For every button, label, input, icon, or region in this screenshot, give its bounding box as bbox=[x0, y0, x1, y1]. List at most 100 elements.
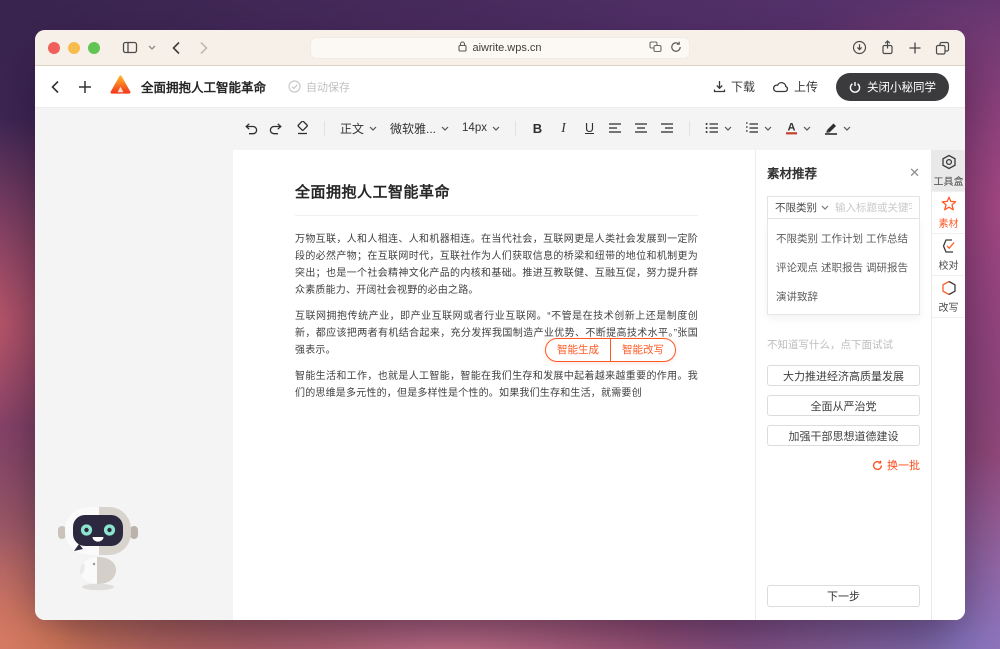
wps-logo-icon bbox=[110, 74, 131, 99]
proofread-icon bbox=[942, 238, 954, 253]
svg-text:A: A bbox=[787, 122, 795, 134]
category-filter-dropdown[interactable]: 不限类别 bbox=[775, 200, 829, 215]
category-option[interactable]: 工作总结 bbox=[866, 231, 911, 246]
check-circle-icon bbox=[288, 80, 301, 93]
font-family-dropdown[interactable]: 微软雅... bbox=[388, 120, 451, 137]
category-option[interactable]: 不限类别 bbox=[776, 231, 821, 246]
chevron-down-icon bbox=[724, 126, 732, 131]
side-tabstrip: 工具盒 素材 校对 改写 bbox=[931, 150, 965, 620]
category-option[interactable]: 工作计划 bbox=[821, 231, 866, 246]
reload-icon[interactable] bbox=[670, 41, 682, 56]
app-toolbar: 全面拥抱人工智能革命 自动保存 下载 上传 关闭小秘同学 bbox=[35, 66, 965, 108]
font-color-dropdown[interactable]: A bbox=[783, 121, 813, 135]
suggested-topic-button[interactable]: 加强干部思想道德建设 bbox=[767, 425, 920, 446]
refresh-suggestions-link[interactable]: 换一批 bbox=[767, 457, 920, 473]
upload-button[interactable]: 上传 bbox=[772, 78, 818, 95]
ai-action-popup: 智能生成 智能改写 bbox=[545, 338, 676, 362]
chevron-down-icon bbox=[441, 126, 449, 131]
assistant-robot-mascot[interactable] bbox=[53, 501, 145, 598]
tab-group-chevron-icon[interactable] bbox=[148, 45, 156, 50]
bold-button[interactable]: B bbox=[529, 118, 546, 138]
materials-panel: 素材推荐 ✕ 不限类别 不限类别 工作计划 工作总结 评论观点 述职报告 bbox=[755, 150, 931, 620]
browser-chrome-bar: aiwrite.wps.cn bbox=[35, 30, 965, 66]
share-icon[interactable] bbox=[880, 40, 895, 55]
category-option[interactable]: 述职报告 bbox=[821, 260, 866, 275]
close-window-button[interactable] bbox=[48, 41, 60, 54]
document-title-label: 全面拥抱人工智能革命 bbox=[141, 81, 267, 95]
undo-button[interactable] bbox=[242, 118, 259, 138]
translate-icon[interactable] bbox=[649, 41, 662, 56]
browser-window: aiwrite.wps.cn 全面拥抱人工智能革命 自动保存 下载 上传 关闭小… bbox=[35, 30, 965, 620]
app-back-button[interactable] bbox=[51, 80, 60, 94]
paragraph: 智能生活和工作，也就是人工智能，智能在我们生存和发展中起着越来越重要的作用。我们… bbox=[295, 371, 698, 399]
tab-overview-icon[interactable] bbox=[935, 41, 950, 55]
autosave-status: 自动保存 bbox=[288, 79, 350, 95]
workspace: 正文 微软雅... 14px B I U A 全面拥抱人工智能革命 万物互联，人… bbox=[35, 108, 965, 620]
font-color-icon: A bbox=[785, 122, 797, 135]
download-button[interactable]: 下载 bbox=[713, 78, 755, 95]
document-heading: 全面拥抱人工智能革命 bbox=[295, 184, 451, 201]
browser-back-button[interactable] bbox=[172, 41, 181, 55]
minimize-window-button[interactable] bbox=[68, 41, 80, 54]
redo-button[interactable] bbox=[268, 118, 285, 138]
zoom-window-button[interactable] bbox=[88, 41, 100, 54]
traffic-lights bbox=[48, 41, 100, 54]
underline-button[interactable]: U bbox=[581, 118, 598, 138]
close-assistant-button[interactable]: 关闭小秘同学 bbox=[836, 72, 949, 101]
browser-forward-button[interactable] bbox=[199, 41, 208, 55]
toolbox-icon bbox=[941, 154, 956, 169]
chevron-down-icon bbox=[492, 126, 500, 131]
power-icon bbox=[849, 81, 861, 93]
new-tab-icon[interactable] bbox=[908, 41, 922, 55]
highlight-color-dropdown[interactable] bbox=[822, 121, 853, 135]
material-search-bar[interactable]: 不限类别 bbox=[767, 196, 920, 219]
clear-format-icon[interactable] bbox=[294, 118, 311, 138]
tab-materials[interactable]: 素材 bbox=[932, 192, 965, 234]
category-dropdown-menu: 不限类别 工作计划 工作总结 评论观点 述职报告 调研报告 演讲致辞 bbox=[767, 219, 920, 315]
category-option[interactable]: 演讲致辞 bbox=[776, 289, 821, 304]
italic-button[interactable]: I bbox=[555, 118, 572, 138]
numbered-list-icon bbox=[745, 122, 758, 133]
highlight-pen-icon bbox=[824, 123, 837, 135]
new-document-button[interactable] bbox=[78, 80, 92, 94]
panel-close-icon[interactable]: ✕ bbox=[909, 166, 920, 179]
downloads-icon[interactable] bbox=[852, 40, 867, 55]
numbered-list-dropdown[interactable] bbox=[743, 122, 774, 134]
tab-proofread[interactable]: 校对 bbox=[932, 234, 965, 276]
ai-generate-button[interactable]: 智能生成 bbox=[546, 339, 610, 361]
cloud-icon bbox=[772, 81, 789, 92]
document-body: 万物互联，人和人相连、人和机器相连。在当代社会，互联网更是人类社会发展到一定阶段… bbox=[295, 231, 698, 402]
materials-icon bbox=[941, 196, 956, 210]
bullet-list-dropdown[interactable] bbox=[703, 122, 734, 134]
suggested-topic-button[interactable]: 大力推进经济高质量发展 bbox=[767, 365, 920, 386]
title-divider bbox=[295, 215, 698, 216]
url-text: aiwrite.wps.cn bbox=[472, 42, 542, 54]
tab-toolbox[interactable]: 工具盒 bbox=[932, 150, 965, 192]
tab-rewrite[interactable]: 改写 bbox=[932, 276, 965, 318]
panel-title: 素材推荐 bbox=[767, 167, 818, 181]
chevron-down-icon bbox=[821, 205, 829, 210]
sidebar-toggle-icon[interactable] bbox=[122, 40, 138, 55]
category-option[interactable]: 调研报告 bbox=[866, 260, 911, 275]
suggested-topic-button[interactable]: 全面从严治党 bbox=[767, 395, 920, 416]
document-page[interactable]: 全面拥抱人工智能革命 万物互联，人和人相连、人和机器相连。在当代社会，互联网更是… bbox=[233, 150, 755, 620]
category-option[interactable]: 评论观点 bbox=[776, 260, 821, 275]
rewrite-icon bbox=[941, 280, 956, 295]
tls-lock-icon bbox=[458, 41, 468, 55]
desktop-background: aiwrite.wps.cn 全面拥抱人工智能革命 自动保存 下载 上传 关闭小… bbox=[0, 0, 1000, 649]
suggestion-hint: 不知道写什么，点下面试试 bbox=[767, 339, 893, 351]
paragraph-style-dropdown[interactable]: 正文 bbox=[338, 120, 379, 137]
paragraph: 万物互联，人和人相连、人和机器相连。在当代社会，互联网更是人类社会发展到一定阶段… bbox=[295, 234, 698, 296]
refresh-icon bbox=[873, 460, 883, 470]
ai-rewrite-button[interactable]: 智能改写 bbox=[611, 339, 675, 361]
address-bar[interactable]: aiwrite.wps.cn bbox=[310, 37, 690, 59]
align-center-button[interactable] bbox=[633, 118, 650, 138]
bullet-list-icon bbox=[705, 123, 718, 133]
download-icon bbox=[713, 81, 726, 93]
font-size-dropdown[interactable]: 14px bbox=[460, 122, 502, 134]
next-step-button[interactable]: 下一步 bbox=[767, 585, 920, 607]
align-left-button[interactable] bbox=[607, 118, 624, 138]
chevron-down-icon bbox=[369, 126, 377, 131]
align-right-button[interactable] bbox=[659, 118, 676, 138]
material-search-input[interactable] bbox=[835, 201, 912, 214]
